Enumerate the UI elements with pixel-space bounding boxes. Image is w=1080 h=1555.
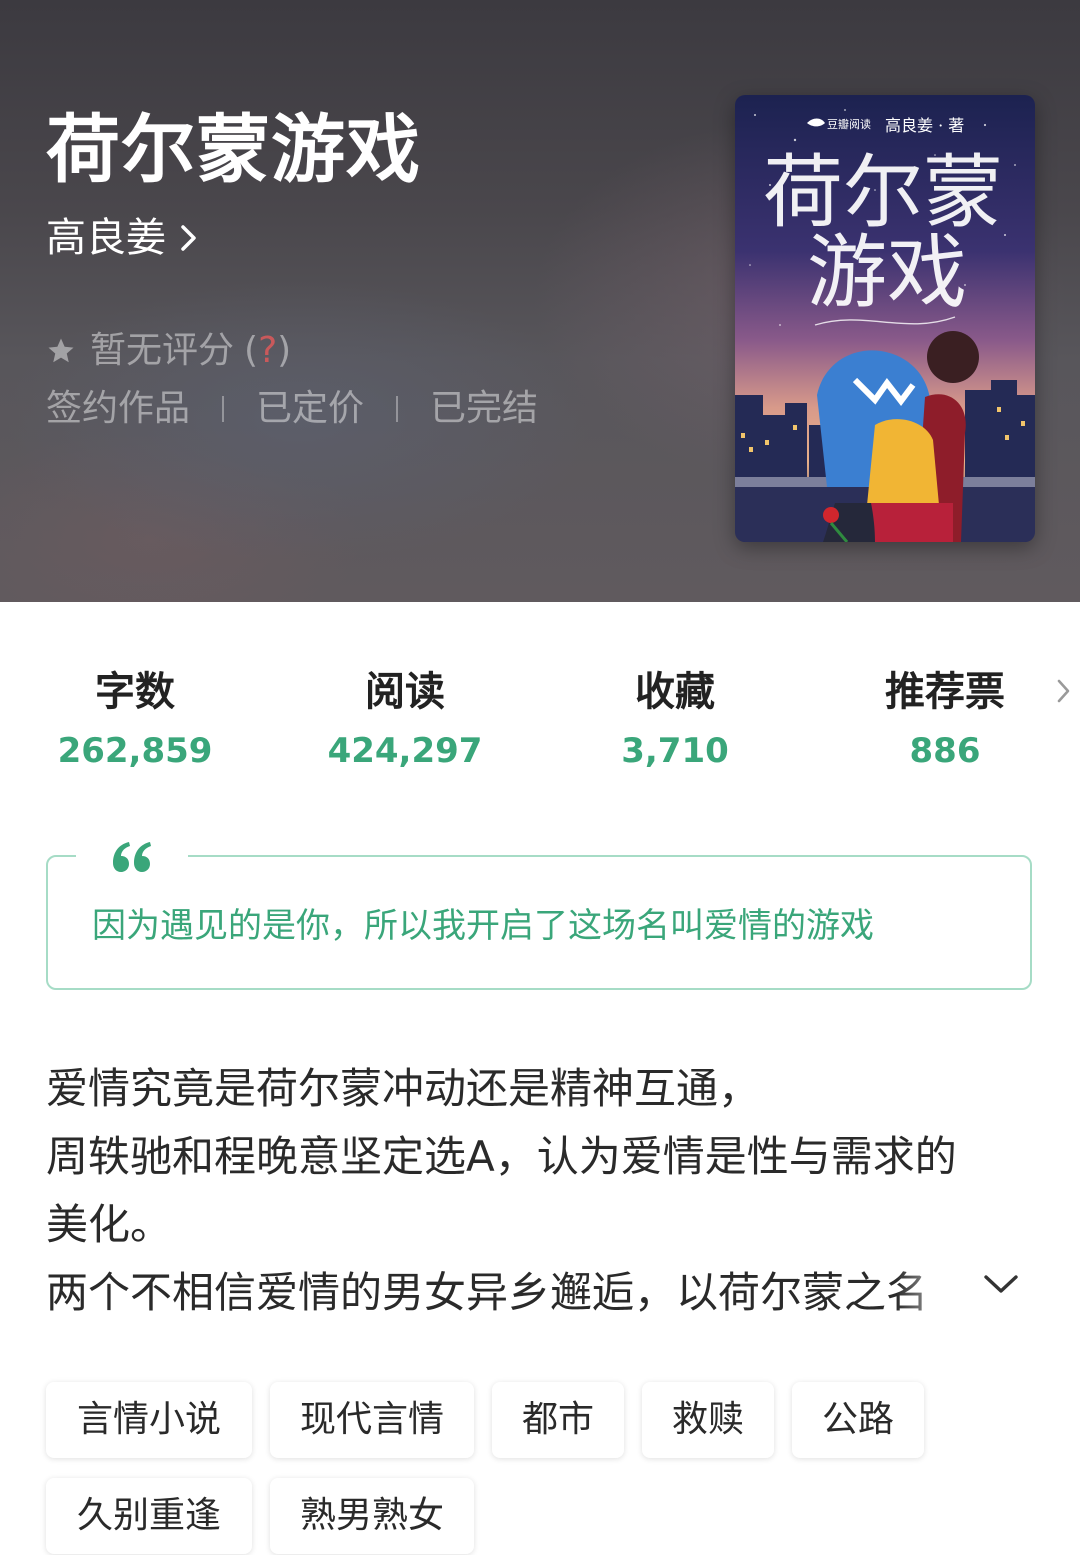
- highlight-quote: 因为遇见的是你，所以我开启了这场名叫爱情的游戏: [46, 833, 1032, 990]
- rating-row: 暂无评分 (?): [46, 325, 291, 377]
- book-title: 荷尔蒙游戏: [46, 107, 421, 193]
- quote-text: 因为遇见的是你，所以我开启了这场名叫爱情的游戏: [92, 906, 874, 946]
- author-name: 高良姜: [46, 215, 166, 261]
- tag-chip[interactable]: 都市: [492, 1382, 624, 1458]
- stat-label: 推荐票: [885, 669, 1005, 715]
- stat-value: 424,297: [327, 731, 483, 771]
- description-line: 美化。: [46, 1200, 173, 1249]
- stat-label: 字数: [95, 669, 175, 715]
- tag-chip[interactable]: 现代言情: [270, 1382, 474, 1458]
- stat-value: 3,710: [621, 731, 729, 771]
- quote-icon: [76, 833, 188, 879]
- tag-chip[interactable]: 救赎: [642, 1382, 774, 1458]
- stat-recommend-votes[interactable]: 推荐票 886: [825, 660, 1070, 778]
- tag-chip[interactable]: 公路: [792, 1382, 924, 1458]
- chevron-right-icon: [181, 225, 196, 251]
- rating-help-button[interactable]: (?): [244, 325, 291, 377]
- book-header: 荷尔蒙游戏 高良姜 暂无评分 (?) 签约作品 已定价 已完结 豆瓣阅读 高良姜…: [0, 0, 1080, 602]
- cover-title-line2: 游戏: [807, 226, 967, 319]
- stat-value: 262,859: [57, 731, 213, 771]
- meta-divider: [222, 396, 225, 422]
- rating-help-close: ): [277, 330, 292, 371]
- tag-chip[interactable]: 言情小说: [46, 1382, 252, 1458]
- tag-chip[interactable]: 熟男熟女: [270, 1478, 474, 1554]
- chevron-right-icon: [1057, 679, 1070, 703]
- stat-label: 阅读: [365, 669, 445, 715]
- book-meta: 签约作品 已定价 已完结: [46, 383, 538, 435]
- rating-text: 暂无评分: [90, 330, 235, 371]
- meta-completed: 已完结: [430, 388, 539, 429]
- tag-chip[interactable]: 久别重逢: [46, 1478, 252, 1554]
- rating-help-open: (: [244, 330, 259, 371]
- stat-reads: 阅读 424,297: [285, 660, 525, 778]
- meta-signed: 签约作品: [46, 388, 191, 429]
- chevron-down-icon[interactable]: [982, 1270, 1020, 1298]
- cover-byline: 高良姜 · 著: [885, 116, 964, 135]
- author-link[interactable]: 高良姜: [46, 208, 198, 268]
- description-line: 爱情究竟是荷尔蒙冲动还是精神互通，: [46, 1064, 761, 1113]
- cover-publisher: 豆瓣阅读: [827, 117, 871, 131]
- description-line: 周轶驰和程晚意坚定选A，认为爱情是性与需求的: [46, 1132, 957, 1181]
- stat-value: 886: [909, 731, 981, 771]
- book-stats: 字数 262,859 阅读 424,297 收藏 3,710 推荐票 886: [0, 660, 1080, 780]
- stat-label: 收藏: [635, 669, 715, 715]
- rating-help-icon: ?: [258, 330, 278, 371]
- book-description: 爱情究竟是荷尔蒙冲动还是精神互通， 周轶驰和程晚意坚定选A，认为爱情是性与需求的…: [46, 1055, 1046, 1327]
- book-cover[interactable]: 豆瓣阅读 高良姜 · 著 荷尔蒙 游戏: [735, 95, 1035, 542]
- stat-favorites: 收藏 3,710: [555, 660, 795, 778]
- stat-word-count: 字数 262,859: [15, 660, 255, 778]
- meta-divider: [396, 396, 399, 422]
- star-icon: [46, 336, 76, 366]
- description-line: 两个不相信爱情的男女异乡邂逅，以荷尔蒙之名: [46, 1259, 986, 1327]
- meta-priced: 已定价: [256, 388, 365, 429]
